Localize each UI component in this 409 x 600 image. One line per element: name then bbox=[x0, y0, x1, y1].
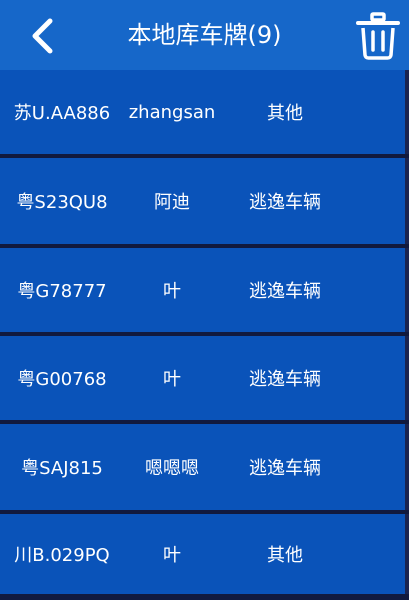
vehicle-category: 其他 bbox=[267, 103, 303, 124]
owner-name: 叶 bbox=[163, 545, 181, 566]
vehicle-category: 逃逸车辆 bbox=[249, 192, 321, 213]
vehicle-category: 逃逸车辆 bbox=[249, 369, 321, 390]
owner-name: 叶 bbox=[163, 369, 181, 390]
plate-number: 粤SAJ815 bbox=[21, 458, 103, 479]
title-bar: 本地库车牌(9) bbox=[0, 0, 409, 70]
plate-row[interactable]: 粤G78777 叶 逃逸车辆 bbox=[0, 248, 409, 332]
trash-icon bbox=[356, 12, 400, 60]
plate-row[interactable]: 粤SAJ815 嗯嗯嗯 逃逸车辆 bbox=[0, 424, 409, 510]
chevron-left-icon bbox=[32, 18, 53, 54]
owner-name: 叶 bbox=[163, 281, 181, 302]
back-button[interactable] bbox=[20, 14, 64, 58]
plate-number: 川B.029PQ bbox=[14, 545, 110, 566]
screen: 本地库车牌(9) 苏U.AA886 zhangsan 其他 粤S23QU8 阿迪… bbox=[0, 0, 409, 600]
owner-name: 嗯嗯嗯 bbox=[145, 458, 199, 479]
vehicle-category: 逃逸车辆 bbox=[249, 458, 321, 479]
owner-name: zhangsan bbox=[128, 101, 216, 123]
page-title: 本地库车牌(9) bbox=[127, 21, 282, 49]
plate-row[interactable]: 苏U.AA886 zhangsan 其他 bbox=[0, 70, 409, 154]
plate-list: 苏U.AA886 zhangsan 其他 粤S23QU8 阿迪 逃逸车辆 粤G7… bbox=[0, 70, 409, 600]
plate-number: 苏U.AA886 bbox=[13, 103, 111, 124]
owner-name: 阿迪 bbox=[154, 192, 190, 213]
vehicle-category: 逃逸车辆 bbox=[249, 281, 321, 302]
plate-row[interactable]: 粤S23QU8 阿迪 逃逸车辆 bbox=[0, 158, 409, 244]
plate-number: 粤S23QU8 bbox=[16, 192, 108, 213]
row-divider bbox=[0, 594, 409, 600]
plate-number: 粤G78777 bbox=[17, 281, 107, 302]
delete-all-button[interactable] bbox=[355, 12, 401, 60]
vehicle-category: 其他 bbox=[267, 545, 303, 566]
plate-number: 粤G00768 bbox=[17, 369, 107, 390]
plate-row[interactable]: 川B.029PQ 叶 其他 bbox=[0, 514, 409, 594]
plate-row[interactable]: 粤G00768 叶 逃逸车辆 bbox=[0, 336, 409, 420]
